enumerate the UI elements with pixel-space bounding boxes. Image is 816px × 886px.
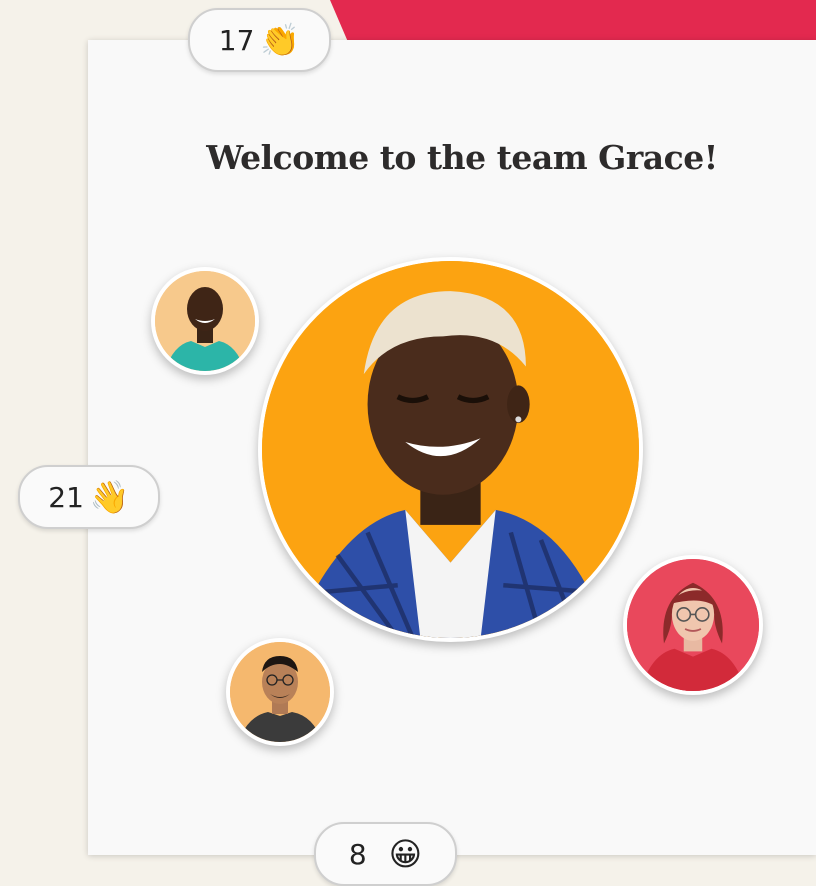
new-member-portrait xyxy=(262,261,639,638)
clapping-hands-icon: 👏 xyxy=(260,21,301,59)
grinning-face-icon: 😀 xyxy=(388,835,423,873)
clap-reaction-button[interactable]: 17 👏 xyxy=(188,8,331,72)
wave-count: 21 xyxy=(48,480,84,514)
team-member-avatar[interactable] xyxy=(226,638,334,746)
accent-banner xyxy=(330,0,816,42)
team-member-portrait xyxy=(230,642,330,742)
smile-count: 8 xyxy=(348,837,367,871)
welcome-title: Welcome to the team Grace! xyxy=(206,138,718,177)
new-member-avatar xyxy=(258,257,643,642)
team-member-avatar[interactable] xyxy=(151,267,259,375)
waving-hand-icon: 👋 xyxy=(89,478,130,516)
team-member-avatar[interactable] xyxy=(623,555,763,695)
clap-count: 17 xyxy=(218,23,255,57)
smile-reaction-button[interactable]: 8 😀 xyxy=(314,822,457,886)
team-member-portrait xyxy=(627,559,759,691)
team-member-portrait xyxy=(155,271,255,371)
wave-reaction-button[interactable]: 21 👋 xyxy=(18,465,160,529)
